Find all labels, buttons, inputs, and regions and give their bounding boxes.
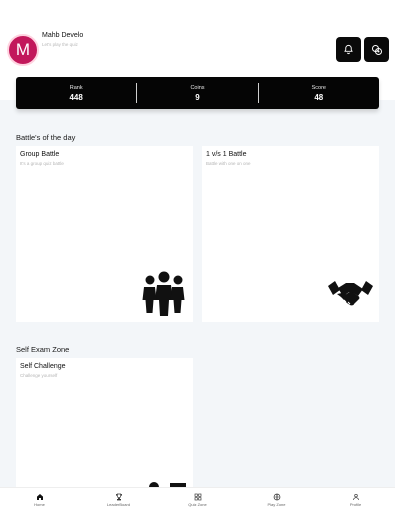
bottom-nav: Home LeaderBoard Quiz Zone Play Zone Pro… [0, 487, 395, 512]
stat-label: Coins [190, 84, 205, 91]
user-name: Mahb Develo [42, 32, 84, 39]
nav-item-quiz-zone[interactable]: Quiz Zone [158, 488, 237, 512]
grid-icon [194, 493, 201, 501]
nav-label: Play Zone [267, 502, 286, 507]
battles-section-title: Battle's of the day [16, 133, 76, 142]
self-challenge-card[interactable]: Self Challenge Challenge yourself [16, 358, 193, 488]
stat-value: 48 [314, 92, 324, 102]
home-icon [36, 494, 43, 500]
stats-bar: Rank 448 Coins 9 Score 48 [16, 77, 379, 109]
coins-icon [371, 44, 382, 55]
globe-icon [273, 493, 280, 501]
bell-icon [344, 44, 353, 55]
nav-label: Quiz Zone [188, 502, 207, 507]
avatar[interactable]: M [7, 34, 39, 66]
trophy-icon [115, 493, 122, 501]
stat-label: Score [311, 84, 326, 91]
one-vs-one-battle-card[interactable]: 1 v/s 1 Battle Battle with one on one [202, 146, 379, 322]
group-people-icon [142, 271, 185, 316]
self-exam-section-title: Self Exam Zone [16, 345, 70, 354]
group-battle-card[interactable]: Group Battle It's a group quiz battle [16, 146, 193, 322]
nav-label: LeaderBoard [106, 502, 131, 507]
card-subtitle: Battle with one on one [206, 161, 251, 166]
card-title: 1 v/s 1 Battle [206, 151, 247, 158]
user-subtitle: Let's play the quiz [42, 42, 78, 47]
card-subtitle: It's a group quiz battle [20, 161, 64, 166]
handshake-icon [328, 281, 373, 306]
nav-label: Home [34, 502, 45, 507]
stat-rank: Rank 448 [16, 77, 136, 109]
card-subtitle: Challenge yourself [20, 373, 58, 378]
stat-label: Rank [69, 84, 83, 91]
card-title: Self Challenge [20, 363, 66, 370]
notification-button[interactable] [336, 37, 361, 62]
coins-button[interactable] [364, 37, 389, 62]
stat-score: Score 48 [257, 83, 379, 103]
nav-item-home[interactable]: Home [0, 488, 79, 512]
nav-item-profile[interactable]: Profile [316, 488, 395, 512]
stat-value: 9 [195, 92, 200, 102]
person-icon [352, 494, 359, 501]
card-title: Group Battle [20, 151, 60, 158]
stat-value: 448 [69, 92, 83, 102]
stat-coins: Coins 9 [136, 83, 257, 103]
nav-item-leaderboard[interactable]: LeaderBoard [79, 488, 158, 512]
nav-item-play-zone[interactable]: Play Zone [237, 488, 316, 512]
nav-label: Profile [349, 502, 362, 507]
